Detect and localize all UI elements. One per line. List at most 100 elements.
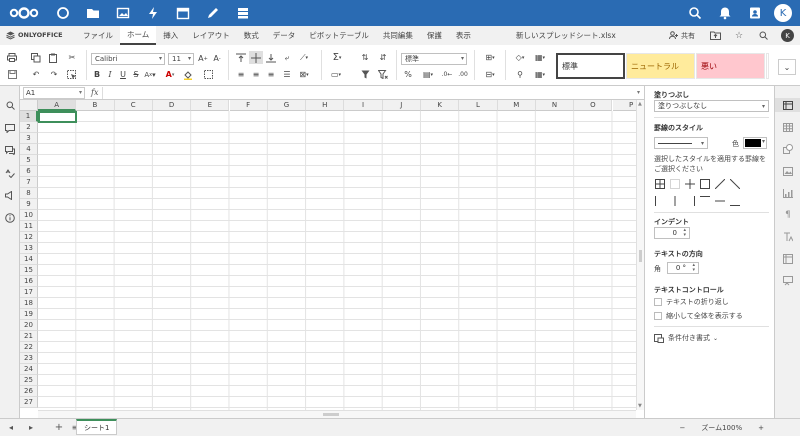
filter-icon[interactable] <box>358 68 372 81</box>
select-all-corner[interactable] <box>20 100 38 111</box>
activity-icon[interactable] <box>138 0 168 26</box>
row-header-18[interactable]: 18 <box>20 298 38 309</box>
column-header-n[interactable]: N <box>535 100 575 111</box>
comments-icon[interactable] <box>3 121 17 135</box>
shape-settings-icon[interactable] <box>781 142 795 156</box>
row-header-8[interactable]: 8 <box>20 188 38 199</box>
calendar-icon[interactable] <box>168 0 198 26</box>
search-icon[interactable] <box>751 26 775 45</box>
subscript-icon[interactable]: Ax ▾ <box>143 68 157 81</box>
conditional-formatting-button[interactable]: 条件付き書式 ⌄ <box>654 333 718 343</box>
borders-icon[interactable] <box>203 68 217 81</box>
border-inner-icon[interactable] <box>684 178 696 190</box>
column-header-f[interactable]: F <box>229 100 268 111</box>
column-header-b[interactable]: B <box>76 100 115 111</box>
row-header-3[interactable]: 3 <box>20 133 38 144</box>
spinner-icon[interactable]: ▴ ▾ <box>683 228 686 238</box>
border-diagonal-up-icon[interactable] <box>714 178 726 190</box>
column-header-o[interactable]: O <box>574 100 613 111</box>
column-header-m[interactable]: M <box>497 100 536 111</box>
row-header-16[interactable]: 16 <box>20 276 38 287</box>
row-header-24[interactable]: 24 <box>20 364 38 375</box>
table-settings-icon[interactable] <box>781 120 795 134</box>
border-inner-vertical-icon[interactable] <box>669 195 681 207</box>
decrease-font-icon[interactable]: A- <box>210 52 224 65</box>
nextcloud-logo-icon[interactable] <box>0 0 48 26</box>
vertical-scroll-thumb[interactable] <box>639 250 642 262</box>
align-middle-icon[interactable] <box>249 51 263 64</box>
bold-icon[interactable]: B <box>90 68 104 81</box>
font-name-select[interactable]: Calibri ▾ <box>91 53 165 65</box>
column-header-h[interactable]: H <box>306 100 345 111</box>
row-header-7[interactable]: 7 <box>20 177 38 188</box>
feedback-icon[interactable] <box>3 188 17 202</box>
border-right-icon[interactable] <box>684 195 696 207</box>
vertical-scrollbar[interactable]: ▲ ▼ <box>636 100 644 410</box>
spreadsheet-grid[interactable]: ABCDEFGHIJKLMNOP 1 2 3 4 5 6 7 8 9 10 11 12 13 14 15 16… <box>20 100 644 410</box>
files-icon[interactable] <box>78 0 108 26</box>
scroll-down-icon[interactable]: ▼ <box>638 403 642 409</box>
image-settings-icon[interactable] <box>781 164 795 178</box>
number-format-select[interactable]: 標準 ▾ <box>401 53 467 65</box>
column-header-i[interactable]: I <box>344 100 383 111</box>
cut-icon[interactable]: ✂ <box>65 51 79 64</box>
font-color-icon[interactable]: A ▾ <box>163 68 177 81</box>
avatar[interactable]: K <box>774 4 792 22</box>
clear-filter-icon[interactable] <box>376 68 390 81</box>
chart-settings-icon[interactable] <box>781 186 795 200</box>
notifications-icon[interactable] <box>710 0 740 26</box>
row-header-23[interactable]: 23 <box>20 353 38 364</box>
border-none-icon[interactable] <box>669 178 681 190</box>
row-header-12[interactable]: 12 <box>20 232 38 243</box>
row-header-9[interactable]: 9 <box>20 199 38 210</box>
percent-icon[interactable]: % <box>401 68 415 81</box>
decrease-decimal-icon[interactable]: .0← <box>440 68 454 81</box>
font-size-select[interactable]: 11 ▾ <box>168 53 194 65</box>
align-top-icon[interactable] <box>234 51 248 64</box>
tab-collaboration[interactable]: 共同編集 <box>376 26 420 45</box>
horizontal-scroll-thumb[interactable] <box>323 413 339 416</box>
column-header-a[interactable]: A <box>38 100 77 111</box>
border-outer-icon[interactable] <box>699 178 711 190</box>
row-header-26[interactable]: 26 <box>20 386 38 397</box>
border-left-icon[interactable] <box>654 195 666 207</box>
shrink-to-fit-checkbox[interactable] <box>654 312 662 320</box>
select-all-icon[interactable] <box>65 68 79 81</box>
fill-color-icon[interactable] <box>182 68 196 81</box>
strikethrough-icon[interactable]: S <box>129 68 143 81</box>
dashboard-icon[interactable] <box>48 0 78 26</box>
underline-icon[interactable]: U <box>116 68 130 81</box>
merge-cells-icon[interactable]: ⊠ ▾ <box>297 68 311 81</box>
tab-insert[interactable]: 挿入 <box>156 26 185 45</box>
name-box[interactable]: A1 ▾ <box>23 86 85 99</box>
tab-view[interactable]: 表示 <box>449 26 478 45</box>
zoom-level[interactable]: ズーム100% <box>701 423 742 433</box>
style-normal[interactable]: 標準 <box>556 53 625 79</box>
function-icon[interactable]: fx <box>91 88 98 97</box>
border-bottom-icon[interactable] <box>729 195 741 207</box>
tab-home[interactable]: ホーム <box>120 25 157 45</box>
tab-formula[interactable]: 数式 <box>237 26 266 45</box>
scroll-first-sheet-icon[interactable]: ◂ <box>4 421 18 435</box>
row-header-15[interactable]: 15 <box>20 265 38 276</box>
align-bottom-icon[interactable] <box>264 51 278 64</box>
row-header-6[interactable]: 6 <box>20 166 38 177</box>
style-bad[interactable]: 悪い <box>696 53 765 79</box>
scroll-last-sheet-icon[interactable]: ▸ <box>24 421 38 435</box>
contacts-icon[interactable] <box>740 0 770 26</box>
column-header-k[interactable]: K <box>421 100 460 111</box>
border-inner-horizontal-icon[interactable] <box>714 195 726 207</box>
save-icon[interactable] <box>5 68 19 81</box>
increase-decimal-icon[interactable]: .00 <box>456 68 470 81</box>
about-icon[interactable] <box>3 211 17 225</box>
formula-input[interactable] <box>102 86 637 99</box>
spinner-icon[interactable]: ▴ ▾ <box>692 263 695 273</box>
wrap-text-icon[interactable]: ⤶ <box>280 51 294 64</box>
column-header-e[interactable]: E <box>191 100 230 111</box>
conditional-format-icon[interactable]: ▦ ▾ <box>533 51 547 64</box>
row-header-21[interactable]: 21 <box>20 331 38 342</box>
search-icon[interactable] <box>3 98 17 112</box>
tab-protection[interactable]: 保護 <box>420 26 449 45</box>
border-top-icon[interactable] <box>699 195 711 207</box>
format-as-table-icon[interactable]: ▦ ▾ <box>533 68 547 81</box>
